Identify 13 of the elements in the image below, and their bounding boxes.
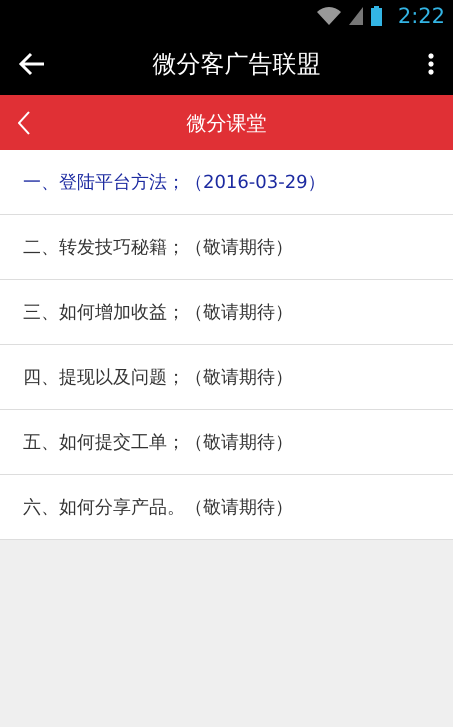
signal-icon: [348, 7, 363, 25]
clock-time: 2:22: [398, 6, 445, 26]
lesson-item[interactable]: 三、如何增加收益；（敬请期待）: [0, 280, 453, 345]
page-title: 微分课堂: [186, 110, 266, 134]
app-title: 微分客广告联盟: [152, 50, 320, 78]
lesson-item[interactable]: 一、登陆平台方法；（2016-03-29）: [0, 150, 453, 215]
lesson-item[interactable]: 四、提现以及问题；（敬请期待）: [0, 345, 453, 410]
wifi-icon: [316, 7, 341, 25]
battery-icon: [370, 6, 382, 26]
lesson-item[interactable]: 六、如何分享产品。（敬请期待）: [0, 475, 453, 540]
lesson-item[interactable]: 二、转发技巧秘籍；（敬请期待）: [0, 215, 453, 280]
back-chevron-icon[interactable]: [16, 110, 32, 136]
lesson-item[interactable]: 五、如何提交工单；（敬请期待）: [0, 410, 453, 475]
